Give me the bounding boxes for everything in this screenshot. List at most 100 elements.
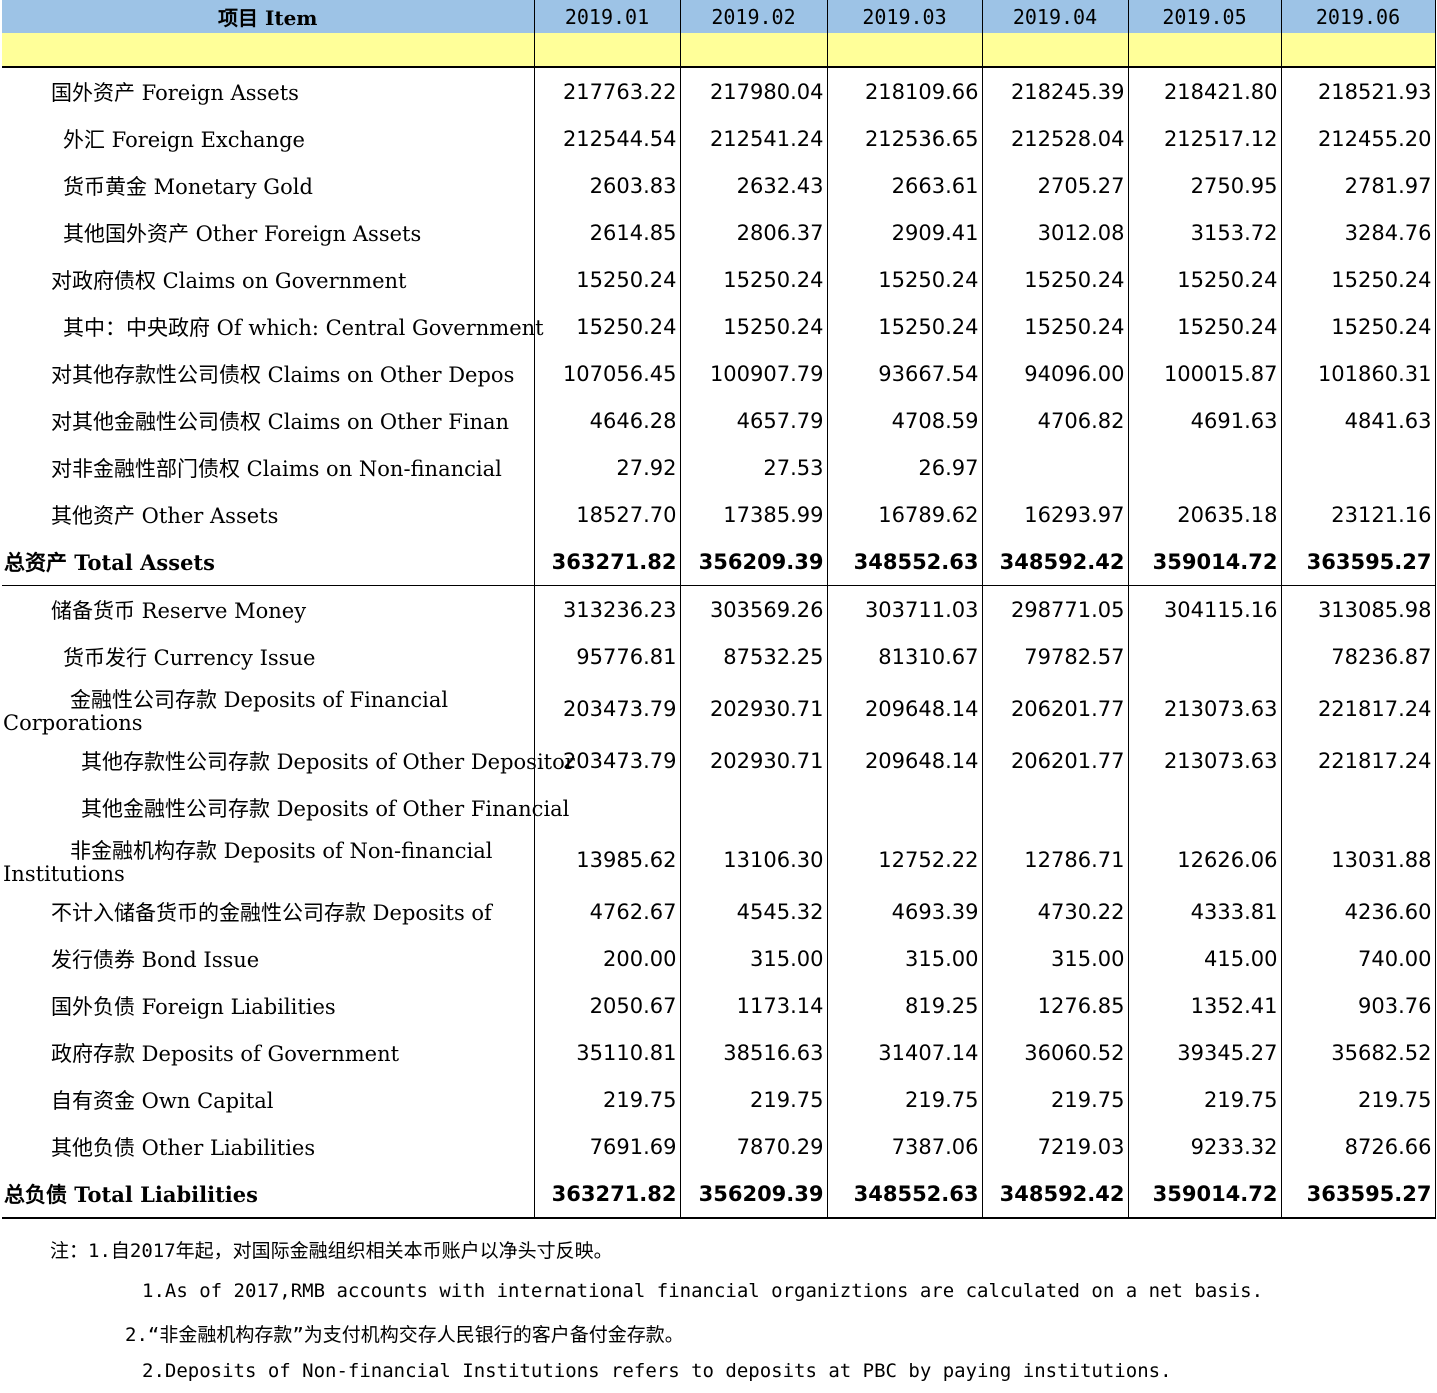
value-cell: 8726.66 [1281,1123,1436,1170]
value-cell: 27.53 [680,444,828,491]
value-cell: 12786.71 [982,831,1129,888]
value-cell: 4841.63 [1281,397,1436,444]
value-cell: 13985.62 [534,831,681,888]
value-cell: 7219.03 [982,1123,1129,1170]
value-cell: 213073.63 [1128,680,1282,737]
row-label: 货币黄金 Monetary Gold [2,162,535,209]
value-cell: 2614.85 [534,209,681,256]
table-row: 对其他存款性公司债权 Claims on Other Depos 107056.4… [2,350,1436,397]
value-cell: 206201.77 [982,737,1129,784]
table-row: 自有资金 Own Capital 219.75 219.75 219.75 219.75… [2,1076,1436,1123]
value-cell: 4706.82 [982,397,1129,444]
value-cell: 2781.97 [1281,162,1436,209]
value-cell [1281,784,1436,831]
value-cell: 78236.87 [1281,633,1436,680]
value-cell: 819.25 [827,982,983,1029]
table-row: 其中：中央政府 Of which: Central Government 1525… [2,303,1436,350]
value-cell: 363595.27 [1281,1170,1436,1219]
balance-sheet: 项目 Item 2019.01 2019.02 2019.03 2019.04 … [0,0,1437,1393]
note-1-cn: 注：1.自2017年起，对国际金融组织相关本币账户以净头寸反映。 [50,1240,613,1262]
value-cell: 2603.83 [534,162,681,209]
value-cell: 219.75 [680,1076,828,1123]
header-col: 2019.06 [1281,0,1436,33]
value-cell: 313085.98 [1281,585,1436,633]
highlight-band [2,33,1436,68]
value-cell: 356209.39 [680,538,828,586]
value-cell: 4657.79 [680,397,828,444]
row-label: 总负债 Total Liabilities [2,1170,535,1219]
table-row: 储备货币 Reserve Money 313236.23 303569.26 3037… [2,585,1436,633]
value-cell: 218109.66 [827,67,983,115]
value-cell: 7387.06 [827,1123,983,1170]
value-cell: 15250.24 [680,303,828,350]
value-cell: 81310.67 [827,633,983,680]
table-row: 对政府债权 Claims on Government 15250.24 15250.… [2,256,1436,303]
value-cell: 27.92 [534,444,681,491]
value-cell: 39345.27 [1128,1029,1282,1076]
value-cell: 107056.45 [534,350,681,397]
row-label: 对其他金融性公司债权 Claims on Other Finan [2,397,535,444]
table-row: 外汇 Foreign Exchange 212544.54 212541.24 212… [2,115,1436,162]
total-row: 总负债 Total Liabilities 363271.82 356209.39 3… [2,1170,1436,1219]
value-cell: 303569.26 [680,585,828,633]
value-cell: 15250.24 [680,256,828,303]
value-cell: 2909.41 [827,209,983,256]
row-label: 金融性公司存款 Deposits of Financial Corporation… [2,680,535,737]
value-cell: 4545.32 [680,888,828,935]
value-cell: 31407.14 [827,1029,983,1076]
value-cell: 1276.85 [982,982,1129,1029]
total-row: 总资产 Total Assets 363271.82 356209.39 348552… [2,538,1436,586]
value-cell: 101860.31 [1281,350,1436,397]
value-cell: 359014.72 [1128,1170,1282,1219]
value-cell: 4691.63 [1128,397,1282,444]
value-cell: 212517.12 [1128,115,1282,162]
row-label: 储备货币 Reserve Money [2,585,535,633]
value-cell: 206201.77 [982,680,1129,737]
value-cell: 200.00 [534,935,681,982]
value-cell: 15250.24 [534,256,681,303]
value-cell: 18527.70 [534,491,681,538]
value-cell: 219.75 [1128,1076,1282,1123]
value-cell: 2050.67 [534,982,681,1029]
value-cell: 15250.24 [1281,303,1436,350]
value-cell: 100907.79 [680,350,828,397]
row-label: 其他负债 Other Liabilities [2,1123,535,1170]
value-cell: 15250.24 [982,303,1129,350]
value-cell: 359014.72 [1128,538,1282,586]
value-cell: 16789.62 [827,491,983,538]
value-cell: 20635.18 [1128,491,1282,538]
value-cell: 212536.65 [827,115,983,162]
value-cell: 212541.24 [680,115,828,162]
value-cell: 363271.82 [534,538,681,586]
table-row: 国外负债 Foreign Liabilities 2050.67 1173.14 81… [2,982,1436,1029]
row-label: 国外负债 Foreign Liabilities [2,982,535,1029]
value-cell: 15250.24 [827,303,983,350]
value-cell: 7691.69 [534,1123,681,1170]
value-cell: 4693.39 [827,888,983,935]
value-cell: 12752.22 [827,831,983,888]
table-row: 国外资产 Foreign Assets 217763.22 217980.04 218… [2,67,1436,115]
header-row: 项目 Item 2019.01 2019.02 2019.03 2019.04 … [2,0,1436,33]
value-cell: 26.97 [827,444,983,491]
value-cell [827,784,983,831]
value-cell: 15250.24 [1128,256,1282,303]
value-cell: 303711.03 [827,585,983,633]
table-row: 发行债券 Bond Issue 200.00 315.00 315.00 315.00 4… [2,935,1436,982]
header-item: 项目 Item [2,0,535,33]
value-cell: 15250.24 [1281,256,1436,303]
table-row: 其他负债 Other Liabilities 7691.69 7870.29 7387… [2,1123,1436,1170]
row-label: 国外资产 Foreign Assets [2,67,535,115]
value-cell: 79782.57 [982,633,1129,680]
value-cell: 16293.97 [982,491,1129,538]
table-row: 不计入储备货币的金融性公司存款 Deposits of 4762.67 4545.3… [2,888,1436,935]
row-label: 外汇 Foreign Exchange [2,115,535,162]
band-cell [2,33,535,68]
value-cell: 100015.87 [1128,350,1282,397]
value-cell: 38516.63 [680,1029,828,1076]
header-col: 2019.05 [1128,0,1282,33]
value-cell: 209648.14 [827,680,983,737]
value-cell: 87532.25 [680,633,828,680]
row-label-line1: 非金融机构存款 Deposits of Non-financial [70,839,493,863]
value-cell: 315.00 [680,935,828,982]
value-cell: 348592.42 [982,538,1129,586]
